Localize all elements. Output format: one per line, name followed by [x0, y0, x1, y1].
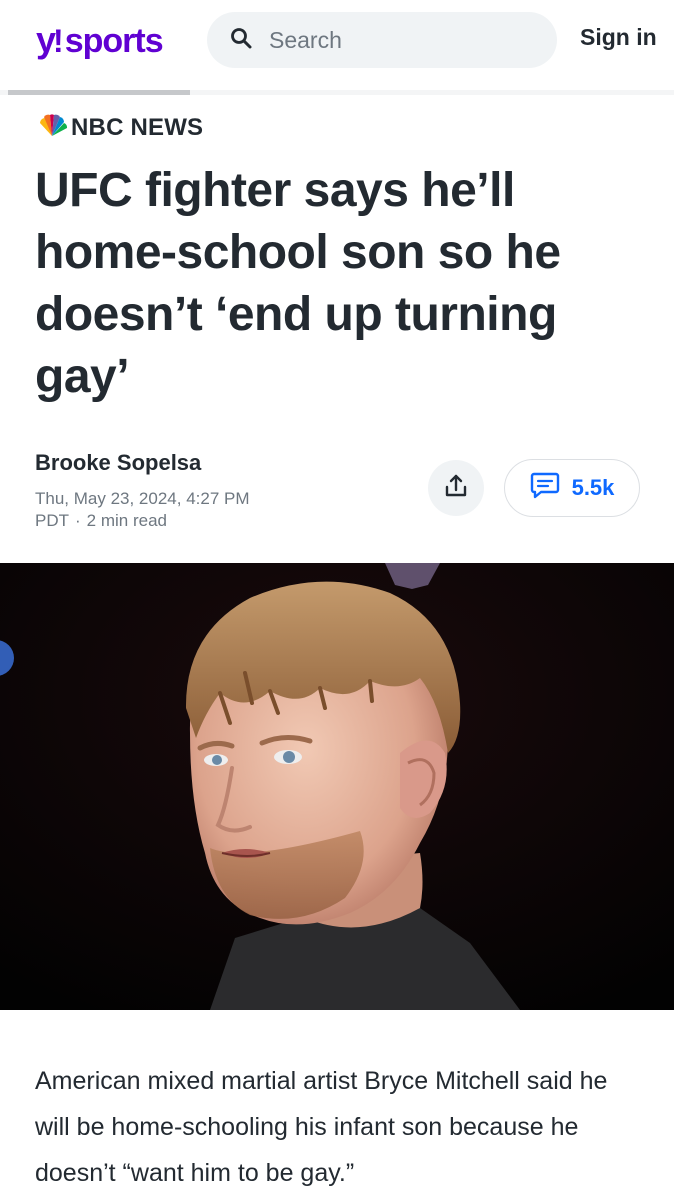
byline: Brooke Sopelsa Thu, May 23, 2024, 4:27 P… — [35, 450, 295, 532]
sign-in-link[interactable]: Sign in — [580, 24, 657, 51]
logo-exclamation: ! — [53, 23, 64, 59]
article-source[interactable]: NBC NEWS — [35, 113, 203, 143]
search-input[interactable] — [267, 25, 531, 55]
article-photo — [0, 563, 674, 1010]
separator-dot: · — [75, 511, 81, 530]
search-bar[interactable] — [207, 12, 557, 68]
search-icon — [229, 26, 253, 55]
comments-button[interactable]: 5.5k — [504, 459, 640, 517]
reading-progress-bar — [0, 90, 674, 95]
share-icon — [443, 473, 469, 504]
author-name[interactable]: Brooke Sopelsa — [35, 450, 295, 476]
nbc-peacock-logo — [35, 113, 69, 143]
top-header: y!sports Sign in — [0, 0, 674, 91]
read-time: 2 min read — [86, 511, 167, 530]
share-button[interactable] — [428, 460, 484, 516]
meta-line: PDT · 2 min read — [35, 510, 295, 532]
logo-word: sports — [64, 22, 164, 60]
article-headline: UFC fighter says he’ll home-school son s… — [35, 164, 561, 403]
reading-progress-fill — [8, 90, 190, 95]
timezone: PDT — [35, 511, 69, 530]
comment-bubble-icon — [530, 471, 560, 505]
yahoo-sports-logo[interactable]: y!sports — [36, 20, 164, 64]
source-name: NBC NEWS — [71, 114, 204, 141]
article-body-paragraph: American mixed martial artist Bryce Mitc… — [35, 1067, 608, 1187]
comment-count: 5.5k — [571, 475, 615, 500]
publish-date: Thu, May 23, 2024, 4:27 PM — [35, 489, 250, 508]
